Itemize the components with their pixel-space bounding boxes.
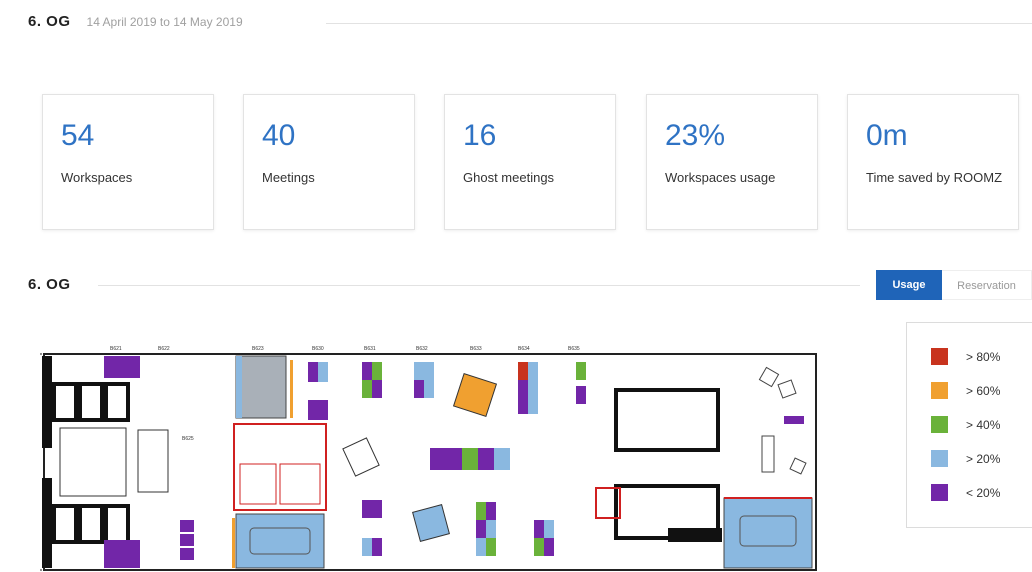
legend-label: < 20% <box>966 485 1001 500</box>
stat-value: 54 <box>61 119 95 152</box>
desk-cluster-south-2[interactable] <box>476 502 496 556</box>
room-label: B621 <box>110 346 122 352</box>
stat-label: Workspaces usage <box>665 170 776 185</box>
core-wall <box>42 356 52 448</box>
view-toggle: Usage Reservation <box>876 270 1032 300</box>
stat-label: Time saved by ROOMZ <box>866 170 1003 185</box>
legend-item-20: > 20% <box>931 450 1000 467</box>
stat-label: Ghost meetings <box>463 170 555 185</box>
desk-usage-low[interactable] <box>180 534 194 546</box>
room-label: B634 <box>518 346 530 352</box>
stat-card-ghost-meetings: 16 Ghost meetings <box>444 94 616 230</box>
core-wall <box>668 528 722 542</box>
stat-label: Workspaces <box>61 170 133 185</box>
core-wall <box>42 478 52 568</box>
stat-value: 16 <box>463 119 497 152</box>
date-range: 14 April 2019 to 14 May 2019 <box>86 14 243 29</box>
desk-usage-low[interactable] <box>180 520 194 532</box>
floor-plan[interactable]: B621 B622 B623 B630 B631 B632 B633 B634 … <box>40 340 820 572</box>
room-label: B633 <box>470 346 482 352</box>
room-edge <box>232 518 235 568</box>
room-edge <box>236 356 242 418</box>
stat-value: 40 <box>262 119 296 152</box>
legend-item-40: > 40% <box>931 416 1000 433</box>
room-usage-low[interactable] <box>104 356 140 378</box>
room-label: B632 <box>416 346 428 352</box>
floorplan-title: 6. OG <box>28 276 71 293</box>
legend-swatch <box>931 450 948 467</box>
meeting-room-b623[interactable] <box>235 355 287 419</box>
desk-cluster-b632[interactable] <box>414 362 434 398</box>
desk-usage-low[interactable] <box>784 416 804 424</box>
legend-swatch <box>931 348 948 365</box>
room-label: B635 <box>568 346 580 352</box>
stat-value: 23% <box>665 119 726 152</box>
room-label: B623 <box>252 346 264 352</box>
legend-swatch <box>931 484 948 501</box>
stat-value: 0m <box>866 119 908 152</box>
desk-usage-low[interactable] <box>180 548 194 560</box>
desk-bench-center[interactable] <box>430 448 510 470</box>
usage-legend: > 80% > 60% > 40% > 20% < 20% <box>906 322 1032 528</box>
usage-tab[interactable]: Usage <box>876 270 942 300</box>
room-usage-low[interactable] <box>104 540 140 568</box>
room-edge <box>290 360 293 418</box>
meeting-room-east[interactable] <box>723 497 813 569</box>
legend-swatch <box>931 416 948 433</box>
room-label: B622 <box>158 346 170 352</box>
floor-title: 6. OG <box>28 13 71 30</box>
legend-label: > 20% <box>966 451 1001 466</box>
stat-card-workspaces-usage: 23% Workspaces usage <box>646 94 818 230</box>
room-label: B630 <box>312 346 324 352</box>
room-label: B631 <box>364 346 376 352</box>
legend-swatch <box>931 382 948 399</box>
desk-cluster-b631[interactable] <box>362 362 382 398</box>
legend-label: > 40% <box>966 417 1001 432</box>
header-divider <box>326 23 1032 24</box>
legend-label: > 60% <box>966 383 1001 398</box>
legend-label: > 80% <box>966 349 1001 364</box>
stat-label: Meetings <box>262 170 315 185</box>
floorplan-divider <box>98 285 860 286</box>
legend-item-80: > 80% <box>931 348 1000 365</box>
desk-cluster-b634[interactable] <box>518 362 538 414</box>
period-header: 6. OG 14 April 2019 to 14 May 2019 <box>28 13 243 30</box>
legend-item-below-20: < 20% <box>931 484 1000 501</box>
stat-card-workspaces: 54 Workspaces <box>42 94 214 230</box>
floorplan-header: 6. OG <box>28 276 71 293</box>
meeting-room-large[interactable] <box>235 513 325 569</box>
stat-card-meetings: 40 Meetings <box>243 94 415 230</box>
legend-item-60: > 60% <box>931 382 1000 399</box>
room-label: B625 <box>182 436 194 442</box>
stat-card-time-saved: 0m Time saved by ROOMZ <box>847 94 1019 230</box>
desk-cluster-south-3[interactable] <box>534 520 554 556</box>
reservation-tab[interactable]: Reservation <box>942 270 1032 300</box>
